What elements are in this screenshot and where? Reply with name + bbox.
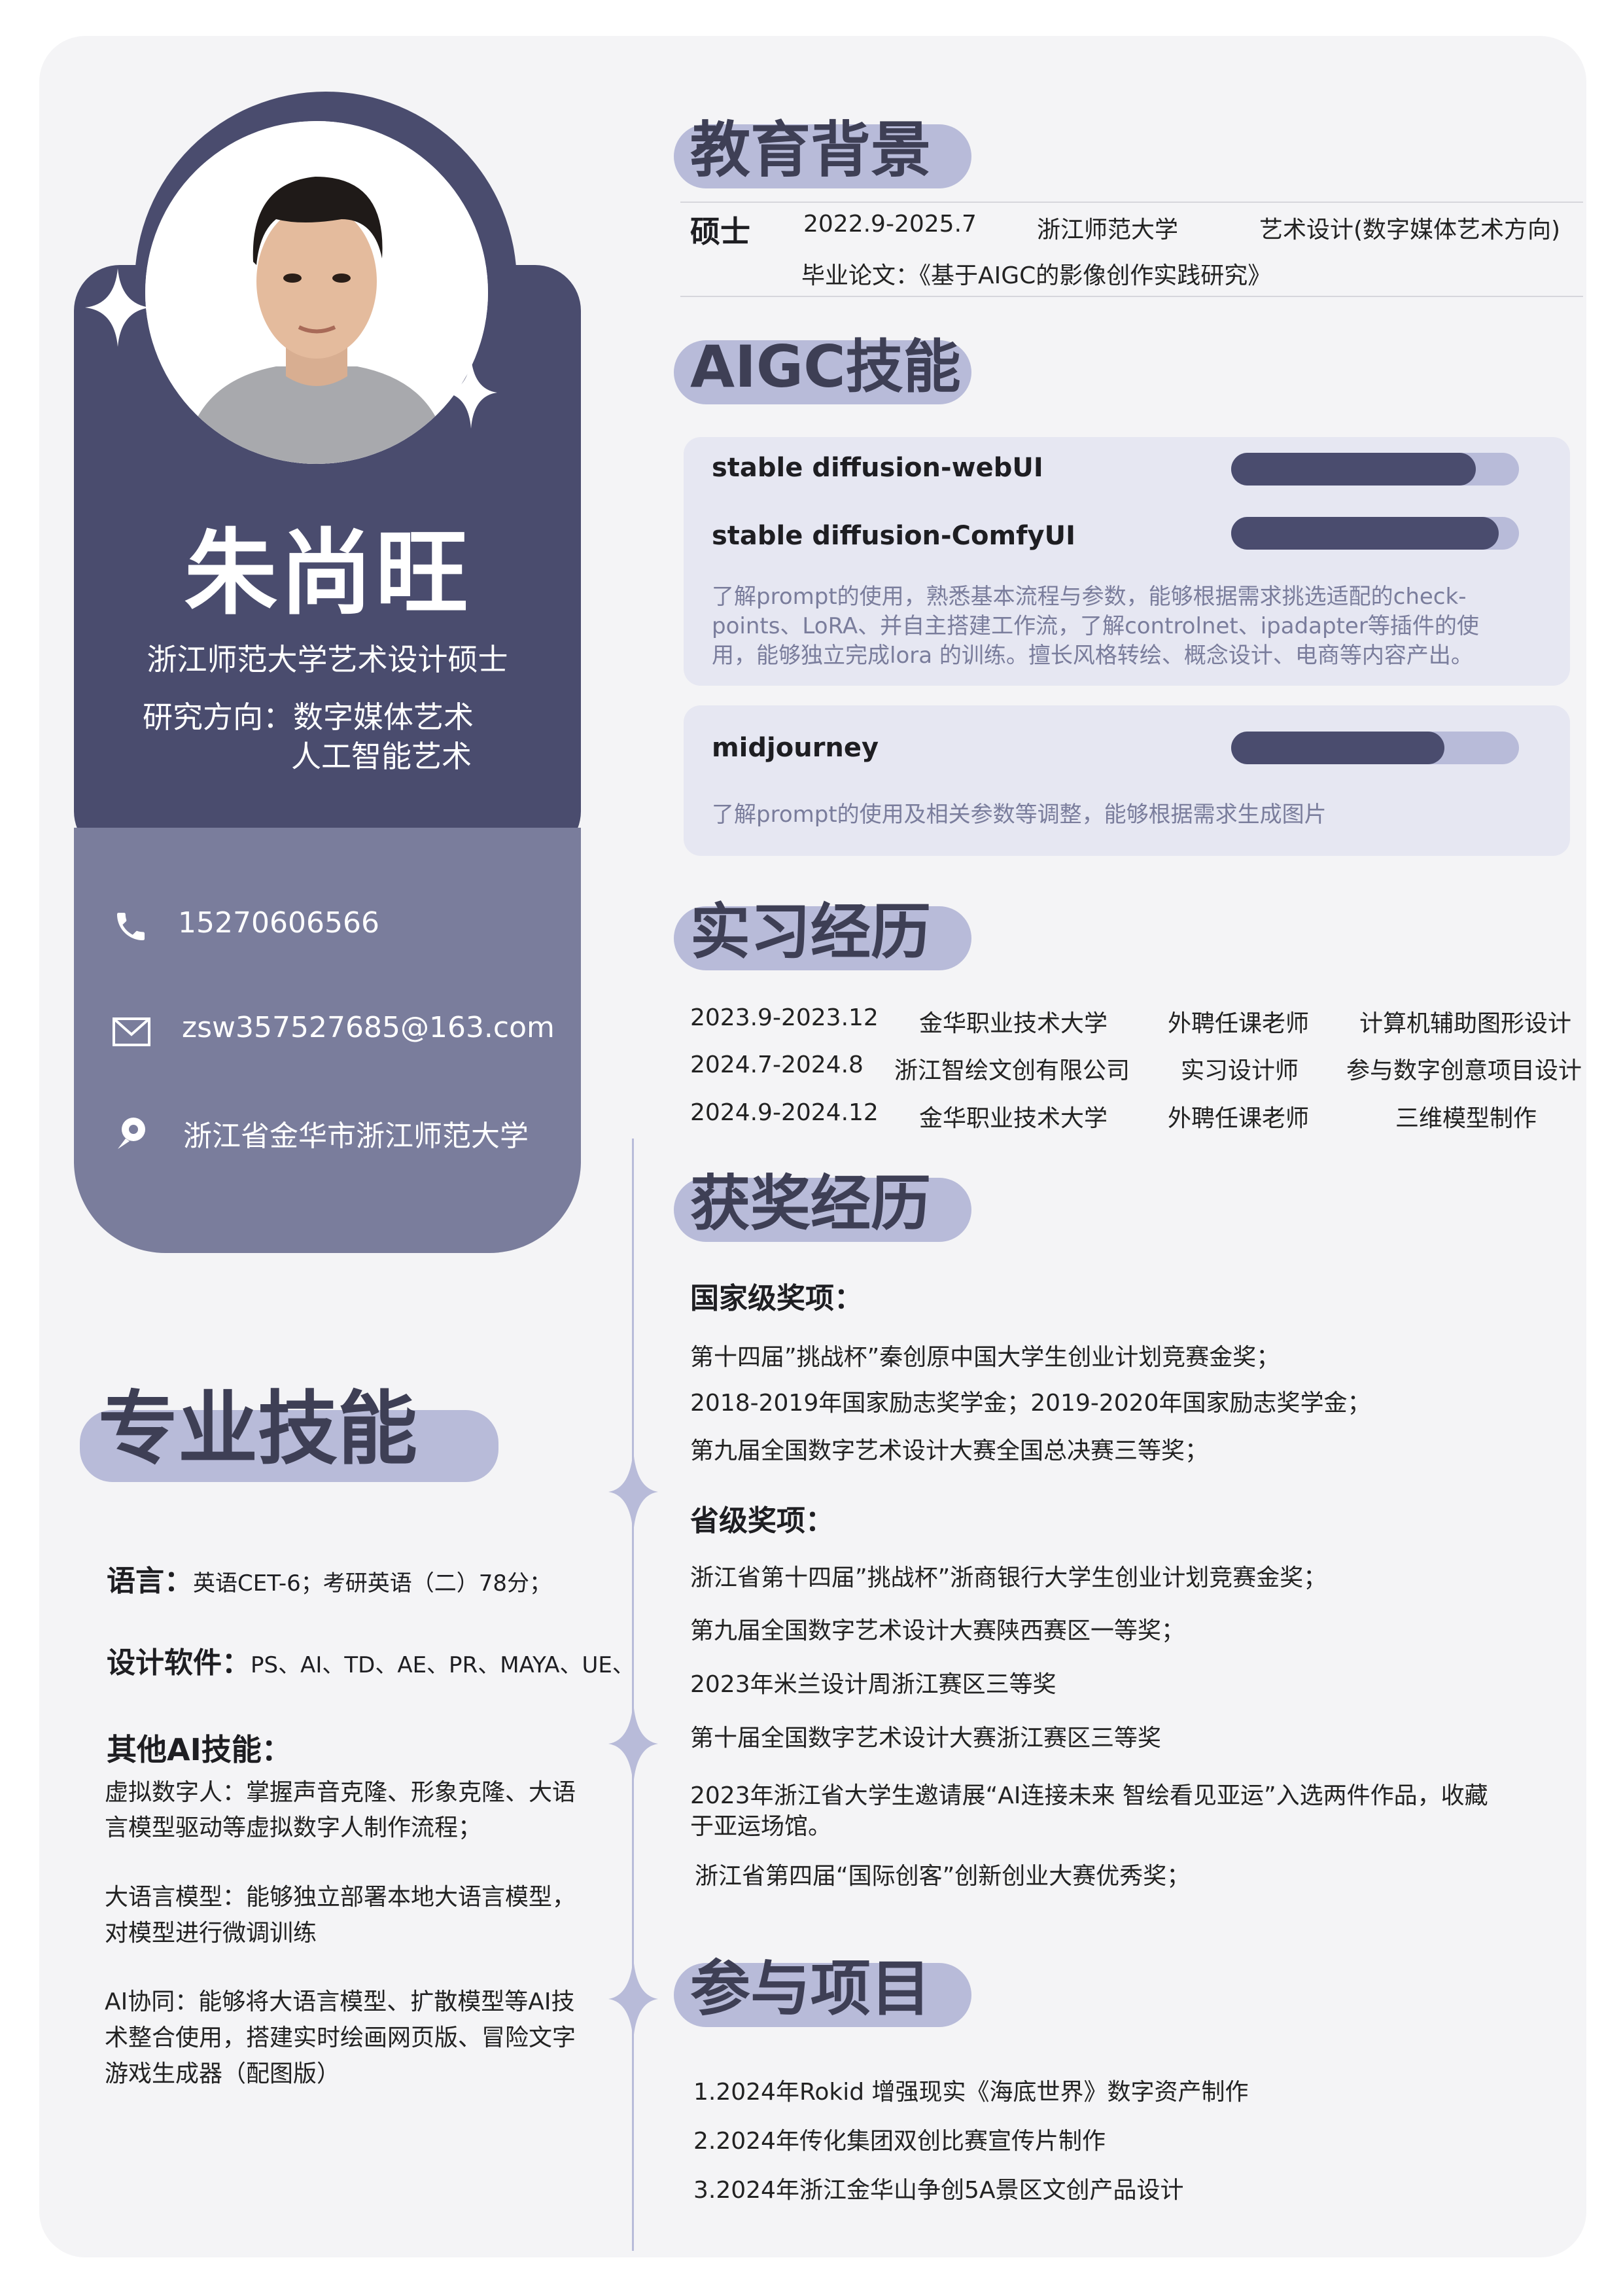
divider	[680, 296, 1583, 297]
desc-line: 了解prompt的使用，熟悉基本流程与参数，能够根据需求挑选适配的check-	[712, 584, 1467, 610]
skill-bar-track	[1231, 732, 1519, 764]
skill-bar-fill	[1231, 732, 1444, 764]
email-icon	[113, 1017, 150, 1046]
section-title-aigc: AIGC技能	[690, 333, 961, 400]
award-item: 第十届全国数字艺术设计大赛浙江赛区三等奖	[690, 1725, 1162, 1752]
sparkle-icon	[85, 268, 150, 347]
research-direction-2: 人工智能艺术	[291, 739, 472, 774]
diamond-icon	[608, 1449, 658, 1534]
divider	[680, 202, 1583, 203]
phone-number[interactable]: 15270606566	[178, 906, 379, 940]
desc-line: points、LoRA、并自主搭建工作流，了解controlnet、ipadap…	[712, 613, 1479, 639]
edu-period: 2022.9-2025.7	[803, 211, 977, 238]
award-item: 浙江省第四届“国际创客”创新创业大赛优秀奖；	[695, 1863, 1191, 1890]
skill-ai-line: 大语言模型：能够独立部署本地大语言模型，	[105, 1884, 576, 1911]
intern-work: 三维模型制作	[1395, 1105, 1537, 1132]
skill-bar-track	[1231, 517, 1519, 550]
edu-thesis: 毕业论文：《基于AIGC的影像创作实践研究》	[801, 262, 1272, 289]
edu-degree: 硕士	[690, 214, 750, 249]
skill-ai-line: 对模型进行微调训练	[105, 1920, 317, 1947]
avatar-photo	[145, 121, 488, 464]
skill-description: 了解prompt的使用，熟悉基本流程与参数，能够根据需求挑选适配的check- …	[712, 582, 1479, 671]
skill-bar-track	[1231, 453, 1519, 486]
skill-ai-line: AI协同：能够将大语言模型、扩散模型等AI技	[105, 1988, 575, 2015]
intern-work: 计算机辅助图形设计	[1359, 1010, 1572, 1037]
skill-label: midjourney	[712, 733, 879, 763]
awards-provincial-title: 省级奖项：	[690, 1504, 834, 1538]
skill-ai-line: 言模型驱动等虚拟数字人制作流程；	[105, 1814, 482, 1841]
award-item: 2023年米兰设计周浙江赛区三等奖	[690, 1671, 1056, 1698]
award-item: 2018-2019年国家励志奖学金；2019-2020年国家励志奖学金；	[690, 1390, 1371, 1417]
section-title-skills: 专业技能	[98, 1383, 417, 1475]
intern-org: 金华职业技术大学	[919, 1105, 1108, 1132]
email-address[interactable]: zsw357527685@163.com	[182, 1011, 555, 1044]
section-title-education: 教育背景	[690, 115, 932, 185]
section-title-projects: 参与项目	[690, 1954, 932, 2024]
skill-label: stable diffusion-ComfyUI	[712, 521, 1075, 551]
edu-major: 艺术设计(数字媒体艺术方向)	[1259, 217, 1561, 243]
project-item: 2.2024年传化集团双创比赛宣传片制作	[693, 2128, 1106, 2155]
awards-national-title: 国家级奖项：	[690, 1282, 863, 1315]
diamond-icon	[608, 1956, 658, 2041]
intern-org: 浙江智绘文创有限公司	[894, 1057, 1130, 1084]
skill-language-value: 英语CET-6；考研英语（二）78分；	[193, 1570, 552, 1597]
skill-software-value: PS、AI、TD、AE、PR、MAYA、UE、	[251, 1652, 635, 1678]
intern-org: 金华职业技术大学	[919, 1010, 1108, 1037]
skill-ai-label: 其他AI技能：	[107, 1732, 292, 1767]
award-item: 2023年浙江省大学生邀请展“AI连接未来 智绘看见亚运”入选两件作品，收藏	[690, 1782, 1488, 1809]
skill-ai-line: 虚拟数字人：掌握声音克隆、形象克隆、大语	[105, 1779, 576, 1806]
award-item: 浙江省第十四届”挑战杯”浙商银行大学生创业计划竞赛金奖；	[690, 1564, 1327, 1591]
intern-role: 外聘任课老师	[1168, 1105, 1310, 1132]
skill-ai-line: 游戏生成器（配图版）	[105, 2060, 341, 2087]
skill-description: 了解prompt的使用及相关参数等调整，能够根据需求生成图片	[712, 802, 1327, 828]
skill-bar-fill	[1231, 453, 1476, 486]
mj-skill-panel	[684, 705, 1570, 856]
edu-school: 浙江师范大学	[1037, 217, 1179, 243]
column-divider	[632, 1139, 634, 2251]
project-item: 1.2024年Rokid 增强现实《海底世界》数字资产制作	[693, 2079, 1249, 2106]
skill-label: stable diffusion-webUI	[712, 453, 1043, 483]
skill-software-label: 设计软件：	[107, 1646, 251, 1680]
intern-period: 2024.9-2024.12	[690, 1099, 879, 1126]
desc-line: 用，能够独立完成lora 的训练。擅长风格转绘、概念设计、电商等内容产出。	[712, 643, 1473, 669]
intern-role: 实习设计师	[1181, 1057, 1299, 1084]
intern-role: 外聘任课老师	[1168, 1010, 1310, 1037]
award-item: 第十四届”挑战杯”秦创原中国大学生创业计划竞赛金奖；	[690, 1344, 1280, 1371]
research-direction: 研究方向：数字媒体艺术	[143, 699, 474, 735]
award-item: 第九届全国数字艺术设计大赛全国总决赛三等奖；	[690, 1438, 1209, 1464]
intern-period: 2023.9-2023.12	[690, 1004, 879, 1031]
diamond-icon	[608, 1701, 658, 1786]
skill-software: 设计软件：PS、AI、TD、AE、PR、MAYA、UE、	[107, 1639, 635, 1681]
award-item: 第九届全国数字艺术设计大赛陕西赛区一等奖；	[690, 1617, 1185, 1644]
phone-icon	[117, 913, 145, 940]
address: 浙江省金华市浙江师范大学	[183, 1120, 529, 1153]
award-item: 于亚运场馆。	[690, 1813, 832, 1840]
skill-language: 语言：英语CET-6；考研英语（二）78分；	[107, 1557, 551, 1599]
intern-period: 2024.7-2024.8	[690, 1051, 864, 1078]
profile-subtitle: 浙江师范大学艺术设计硕士	[147, 642, 508, 677]
skill-bar-fill	[1231, 517, 1499, 550]
section-title-internship: 实习经历	[690, 897, 932, 967]
person-name: 朱尚旺	[184, 520, 471, 627]
location-icon	[118, 1118, 145, 1149]
skill-ai-line: 术整合使用，搭建实时绘画网页版、冒险文字	[105, 2024, 576, 2051]
section-title-awards: 获奖经历	[690, 1169, 932, 1239]
project-item: 3.2024年浙江金华山争创5A景区文创产品设计	[693, 2177, 1184, 2204]
intern-work: 参与数字创意项目设计	[1346, 1057, 1582, 1084]
skill-language-label: 语言：	[107, 1564, 193, 1598]
